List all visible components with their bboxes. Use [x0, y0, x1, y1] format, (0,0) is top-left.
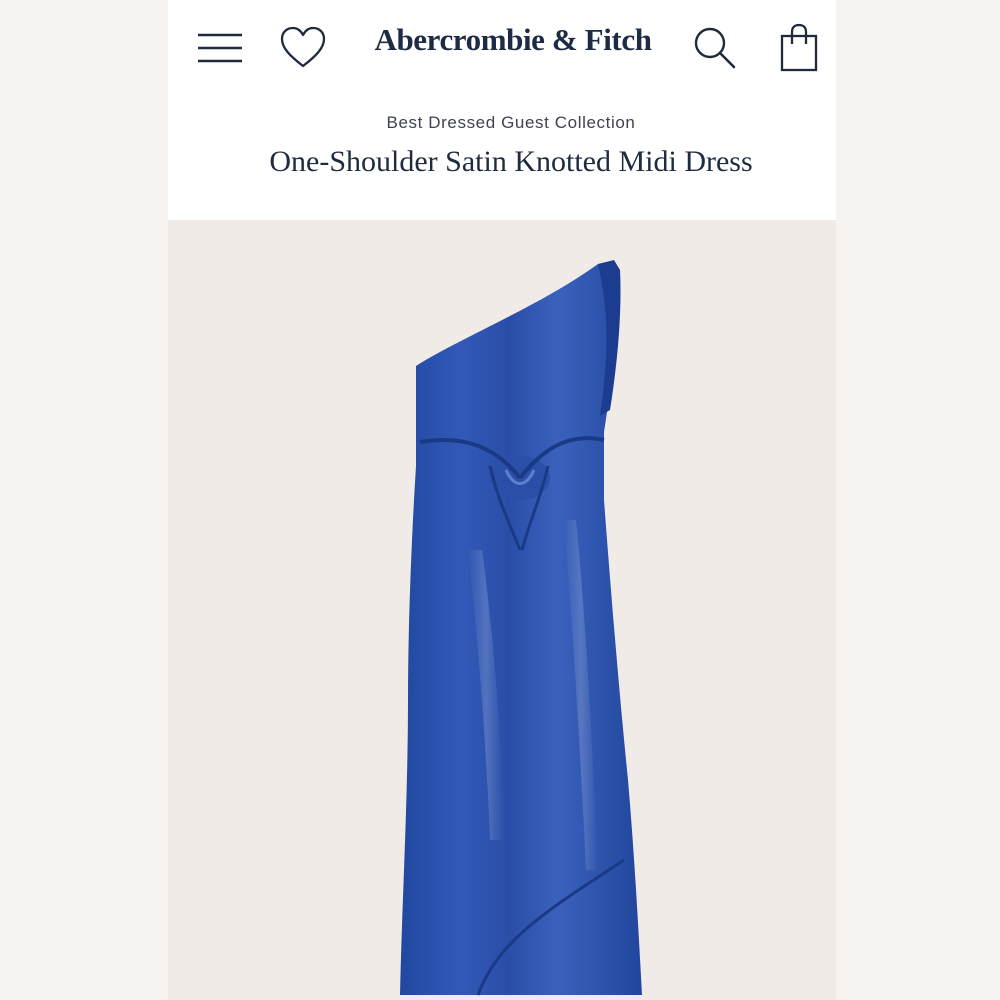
- heart-icon: [280, 26, 326, 68]
- wishlist-button[interactable]: [278, 24, 328, 72]
- brand-logo[interactable]: Abercrombie & Fitch: [358, 22, 668, 58]
- right-background: [836, 0, 1000, 1000]
- menu-button[interactable]: [196, 26, 244, 70]
- search-icon: [694, 27, 736, 69]
- product-title: One-Shoulder Satin Knotted Midi Dress: [269, 145, 753, 178]
- shopping-bag-button[interactable]: [776, 22, 822, 74]
- dress-image: [400, 260, 642, 996]
- collection-label: Best Dressed Guest Collection: [386, 113, 636, 132]
- mobile-page: Abercrombie & Fitch Best Dressed Guest C…: [168, 0, 836, 1000]
- site-header: Abercrombie & Fitch Best Dressed Guest C…: [168, 0, 836, 220]
- shopping-bag-icon: [780, 23, 818, 72]
- hamburger-menu-icon: [198, 33, 242, 63]
- product-image[interactable]: [168, 220, 836, 1000]
- left-background: [0, 0, 168, 1000]
- search-button[interactable]: [690, 22, 740, 72]
